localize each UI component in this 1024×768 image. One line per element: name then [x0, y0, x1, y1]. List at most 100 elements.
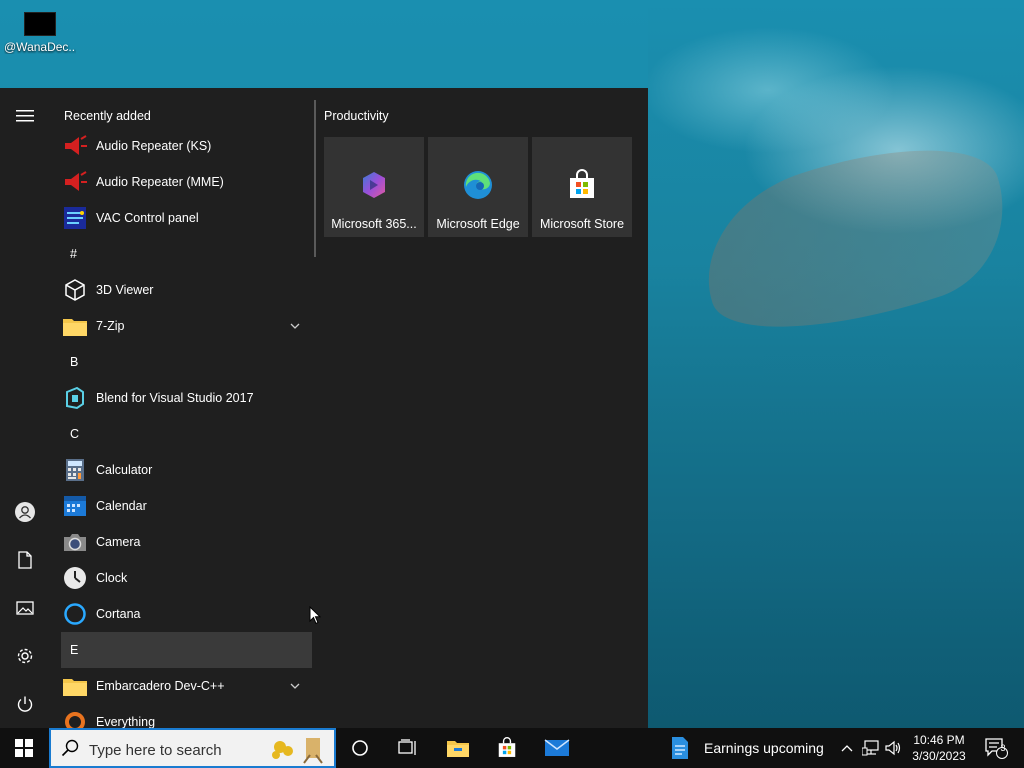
app-label: Audio Repeater (MME) — [96, 175, 224, 189]
app-vac-control-panel[interactable]: VAC Control panel — [56, 200, 312, 236]
app-label: Camera — [96, 535, 141, 549]
app-label: Everything — [96, 715, 156, 728]
search-input[interactable] — [87, 738, 261, 762]
task-view-button[interactable] — [384, 728, 432, 768]
settings-button[interactable] — [0, 632, 50, 680]
tile-label: Microsoft Store — [539, 217, 625, 231]
news-widget[interactable]: Earnings upcoming — [670, 728, 824, 768]
news-label: Earnings upcoming — [704, 740, 824, 756]
mail-icon — [544, 739, 570, 756]
tile-microsoft-store[interactable]: Microsoft Store — [532, 137, 632, 237]
power-icon — [17, 696, 33, 712]
search-highlight-icon — [272, 738, 323, 764]
app-label: Calculator — [96, 463, 153, 477]
app-calculator[interactable]: Calculator — [56, 452, 312, 488]
desktop-icon-wanadecrypt[interactable]: @WanaDec... — [4, 8, 76, 54]
letter-header-b[interactable]: B — [56, 344, 312, 380]
app-label: Calendar — [96, 499, 147, 513]
chevron-up-icon — [841, 745, 853, 752]
app-list[interactable]: Recently added Audio Repeater (KS) Audio… — [56, 88, 312, 728]
app-3d-viewer[interactable]: 3D Viewer — [56, 272, 312, 308]
tile-microsoft-365[interactable]: Microsoft 365... — [324, 137, 424, 237]
tile-microsoft-edge[interactable]: Microsoft Edge — [428, 137, 528, 237]
microsoft-365-icon — [363, 172, 385, 198]
app-label: Audio Repeater (KS) — [96, 139, 212, 153]
app-list-scrollbar[interactable] — [314, 100, 316, 257]
clock-date: 3/30/2023 — [912, 749, 966, 763]
app-label: 3D Viewer — [96, 283, 154, 297]
app-audio-repeater-ks[interactable]: Audio Repeater (KS) — [56, 128, 312, 164]
taskbar-search-box[interactable] — [49, 728, 336, 768]
start-button[interactable] — [0, 728, 48, 768]
app-label: VAC Control panel — [96, 211, 199, 225]
start-menu: Recently added Audio Repeater (KS) Audio… — [0, 88, 648, 728]
desktop-icon-thumbnail — [24, 12, 56, 36]
blend-icon — [62, 385, 88, 411]
wallpaper — [648, 0, 1024, 728]
app-label: Clock — [96, 571, 128, 585]
cube-icon — [62, 277, 88, 303]
cortana-icon — [62, 601, 88, 627]
app-cortana[interactable]: Cortana — [56, 596, 312, 632]
app-label: Cortana — [96, 607, 141, 621]
app-label: Blend for Visual Studio 2017 — [96, 391, 254, 405]
calculator-icon — [62, 457, 88, 483]
clock-icon — [62, 565, 88, 591]
tiles-group-title[interactable]: Productivity — [324, 88, 644, 144]
volume-icon — [885, 740, 901, 756]
file-explorer-button[interactable] — [434, 728, 482, 768]
pictures-button[interactable] — [0, 584, 50, 632]
account-button[interactable] — [0, 488, 50, 536]
hamburger-menu-button[interactable] — [0, 92, 50, 140]
mail-button[interactable] — [533, 728, 581, 768]
app-label: 7-Zip — [96, 319, 125, 333]
hamburger-icon — [16, 110, 34, 122]
chevron-down-icon[interactable] — [290, 679, 300, 693]
start-rail — [0, 88, 50, 728]
speaker-red-icon — [62, 169, 88, 195]
letter-header-hash[interactable]: # — [56, 236, 312, 272]
camera-icon — [62, 529, 88, 555]
tile-label: Microsoft Edge — [436, 217, 520, 231]
action-center-button[interactable]: 3 — [976, 728, 1016, 768]
documents-button[interactable] — [0, 536, 50, 584]
app-7-zip[interactable]: 7-Zip — [56, 308, 312, 344]
tile-label: Microsoft 365... — [331, 217, 417, 231]
news-document-icon — [672, 737, 688, 759]
app-calendar[interactable]: Calendar — [56, 488, 312, 524]
edge-icon — [464, 171, 492, 199]
app-blend-visual-studio[interactable]: Blend for Visual Studio 2017 — [56, 380, 312, 416]
letter-header-c[interactable]: C — [56, 416, 312, 452]
user-avatar-icon — [15, 502, 35, 522]
tiles-area: Productivity Microsoft 365... Microsoft … — [324, 88, 644, 237]
speaker-red-icon — [62, 133, 88, 159]
document-icon — [18, 551, 32, 569]
cortana-circle-icon — [352, 740, 368, 756]
mouse-cursor-icon — [309, 606, 321, 625]
network-button[interactable] — [860, 728, 882, 768]
cortana-button[interactable] — [336, 728, 384, 768]
power-button[interactable] — [0, 680, 50, 728]
letter-header-e[interactable]: E — [61, 632, 312, 668]
everything-icon — [62, 709, 88, 728]
taskbar-clock[interactable]: 10:46 PM 3/30/2023 — [906, 732, 972, 764]
volume-button[interactable] — [884, 728, 904, 768]
folder-icon — [62, 673, 88, 699]
calendar-icon — [62, 493, 88, 519]
app-clock[interactable]: Clock — [56, 560, 312, 596]
picture-icon — [16, 601, 34, 615]
task-view-icon — [398, 739, 416, 755]
app-everything[interactable]: Everything — [56, 704, 312, 728]
app-embarcadero-dev-cpp[interactable]: Embarcadero Dev-C++ — [56, 668, 312, 704]
vac-icon — [62, 205, 88, 231]
windows-logo-icon — [15, 739, 33, 757]
notification-count-badge: 3 — [1000, 743, 1006, 753]
app-camera[interactable]: Camera — [56, 524, 312, 560]
app-audio-repeater-mme[interactable]: Audio Repeater (MME) — [56, 164, 312, 200]
taskbar: Earnings upcoming 10:46 PM 3/30/2023 3 — [0, 728, 1024, 768]
store-icon — [498, 737, 516, 757]
chevron-down-icon[interactable] — [290, 319, 300, 333]
show-hidden-icons-button[interactable] — [838, 728, 856, 768]
clock-time: 10:46 PM — [913, 733, 965, 747]
store-taskbar-button[interactable] — [483, 728, 531, 768]
